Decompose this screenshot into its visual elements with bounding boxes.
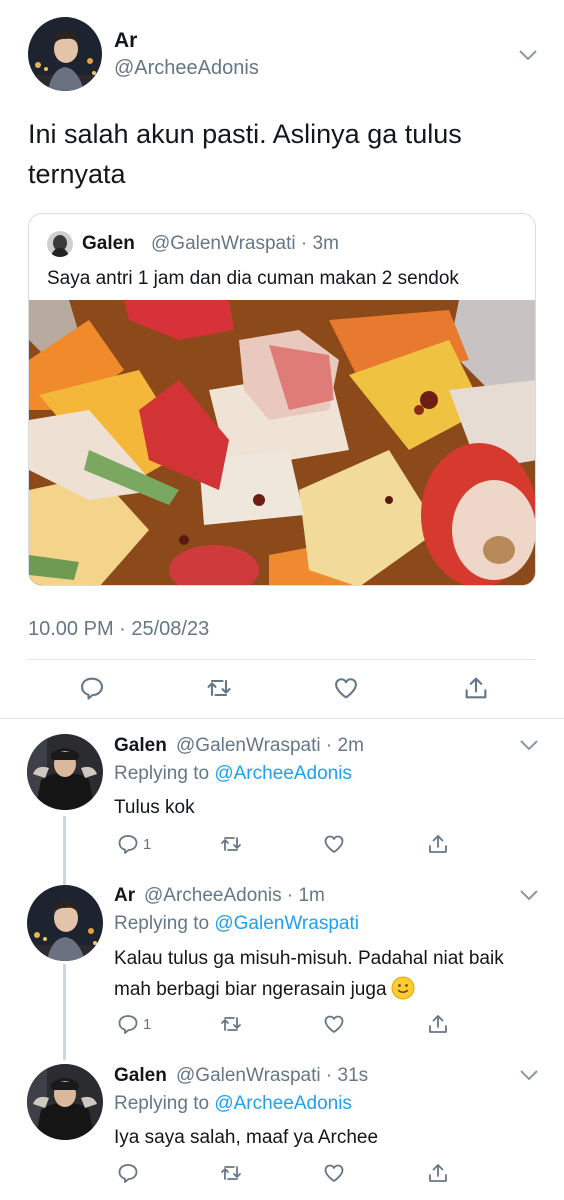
retweet-icon[interactable] [219,1011,243,1037]
divider [28,659,536,660]
reply-count: 1 [143,835,152,853]
replying-to: Replying to @ArcheeAdonis [114,763,352,784]
food-image[interactable] [29,300,535,585]
replying-to: Replying to @ArcheeAdonis [114,1093,352,1114]
share-icon[interactable] [426,1011,450,1037]
replying-to: Replying to @GalenWraspati [114,913,359,934]
tweet-timestamp[interactable]: 10.00 PM · 25/08/23 [28,618,209,641]
retweet-icon[interactable] [205,674,233,702]
chevron-down-icon[interactable] [519,1068,539,1082]
quoted-time: 3m [312,233,339,254]
reply-icon[interactable] [116,832,140,856]
slightly-smiling-face-icon [391,976,415,1000]
reply-name[interactable]: Galen [114,1065,167,1087]
reply-avatar[interactable] [27,1064,103,1140]
reply-avatar[interactable] [27,734,103,810]
reply-avatar[interactable] [27,885,103,961]
like-icon[interactable] [322,1011,346,1037]
reply-handle[interactable]: @GalenWraspati [176,1065,321,1086]
reply-action[interactable]: 1 [116,1011,151,1037]
quoted-meta: @GalenWraspati · 3m [151,233,339,254]
reply-meta: @ArcheeAdonis · 1m [144,885,325,906]
retweet-icon[interactable] [219,1160,243,1186]
author-handle[interactable]: @ArcheeAdonis [114,57,259,80]
reply-icon[interactable] [78,674,106,702]
reply-text: Tulus kok [114,797,195,818]
quoted-avatar [47,231,73,257]
mention-link[interactable]: @ArcheeAdonis [214,1093,352,1114]
reply-action[interactable]: 1 [116,831,151,857]
reply-handle[interactable]: @ArcheeAdonis [144,885,282,906]
reply-handle[interactable]: @GalenWraspati [176,735,321,756]
quoted-name: Galen [82,233,135,254]
like-icon[interactable] [332,674,360,702]
quoted-tweet[interactable]: Galen @GalenWraspati · 3m Saya antri 1 j… [28,213,536,586]
reply-text: Kalau tulus ga misuh-misuh. Padahal niat… [114,948,504,1000]
share-icon[interactable] [426,831,450,857]
reply-text: Iya saya salah, maaf ya Archee [114,1127,379,1148]
chevron-down-icon[interactable] [518,48,538,62]
thread-line [63,816,66,886]
quoted-text: Saya antri 1 jam dan dia cuman makan 2 s… [47,268,459,289]
quoted-handle: @GalenWraspati [151,233,296,254]
share-icon[interactable] [462,674,490,702]
reply-meta: @GalenWraspati · 2m [176,735,364,756]
reply-time: 31s [337,1065,369,1086]
reply-time: 2m [337,735,364,756]
reply-name[interactable]: Ar [114,885,135,907]
chevron-down-icon[interactable] [519,888,539,902]
reply-meta: @GalenWraspati · 31s [176,1065,369,1086]
author-avatar[interactable] [28,17,102,91]
thread-line [63,964,66,1060]
like-icon[interactable] [322,831,346,857]
chevron-down-icon[interactable] [519,738,539,752]
reply-name[interactable]: Galen [114,735,167,757]
reply-icon[interactable] [116,1012,140,1036]
share-icon[interactable] [426,1160,450,1186]
reply-count: 1 [143,1015,152,1033]
mention-link[interactable]: @GalenWraspati [214,913,359,934]
mention-link[interactable]: @ArcheeAdonis [214,763,352,784]
divider [0,718,564,719]
author-name[interactable]: Ar [114,29,137,53]
like-icon[interactable] [322,1160,346,1186]
reply-time: 1m [298,885,325,906]
tweet-text: Ini salah akun pasti. Aslinya ga tulus t… [28,119,462,189]
retweet-icon[interactable] [219,831,243,857]
reply-icon[interactable] [116,1160,140,1186]
